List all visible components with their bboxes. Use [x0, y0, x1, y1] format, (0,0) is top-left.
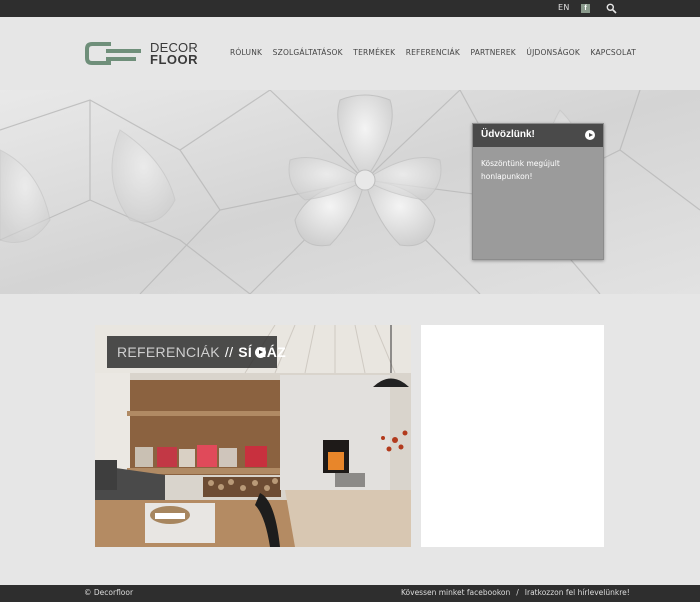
- welcome-header: Üdvözlünk!: [473, 124, 603, 147]
- newsletter-link[interactable]: Iratkozzon fel hírlevelünkre!: [525, 588, 630, 597]
- welcome-text: Köszöntünk megújult honlapunkon!: [481, 159, 560, 181]
- facebook-link[interactable]: Kövessen minket facebookon: [401, 588, 510, 597]
- nav-item-ujdonsagok[interactable]: ÚJDONSÁGOK: [526, 48, 580, 57]
- reference-label: REFERENCIÁK: [117, 344, 220, 360]
- site-header: DECOR FLOOR RÓLUNK SZOLGÁLTATÁSOK TERMÉK…: [0, 17, 700, 90]
- reference-separator: //: [224, 344, 234, 360]
- welcome-title: Üdvözlünk!: [481, 129, 535, 140]
- nav-item-rolunk[interactable]: RÓLUNK: [230, 48, 262, 57]
- top-bar: EN f: [0, 0, 700, 17]
- footer-divider: /: [516, 588, 519, 597]
- copyright: © Decorfloor: [84, 588, 134, 597]
- logo-line-2: FLOOR: [150, 52, 198, 67]
- search-icon[interactable]: [606, 3, 617, 14]
- main-nav: RÓLUNK SZOLGÁLTATÁSOK TERMÉKEK REFERENCI…: [230, 48, 647, 57]
- language-switch[interactable]: EN: [558, 3, 570, 12]
- side-content-panel: [421, 325, 604, 547]
- nav-item-termekek[interactable]: TERMÉKEK: [353, 48, 395, 57]
- site-logo[interactable]: DECOR FLOOR: [84, 41, 199, 69]
- reference-banner[interactable]: REFERENCIÁK//SÍ HÁZ: [107, 336, 286, 368]
- site-footer: © Decorfloor Kövessen minket facebookon /…: [0, 585, 700, 602]
- logo-wordmark: DECOR FLOOR: [150, 41, 198, 67]
- nav-item-szolgaltatasok[interactable]: SZOLGÁLTATÁSOK: [273, 48, 343, 57]
- footer-links: Kövessen minket facebookon / Iratkozzon fe…: [401, 588, 630, 597]
- nav-item-referenciak[interactable]: REFERENCIÁK: [406, 48, 460, 57]
- nav-item-kapcsolat[interactable]: KAPCSOLAT: [590, 48, 636, 57]
- arrow-right-icon[interactable]: [585, 130, 595, 140]
- welcome-box: Üdvözlünk! Köszöntünk megújult honlapunk…: [472, 123, 604, 260]
- nav-item-partnerek[interactable]: PARTNEREK: [470, 48, 515, 57]
- arrow-right-icon[interactable]: [255, 347, 266, 358]
- facebook-icon[interactable]: f: [581, 4, 590, 13]
- logo-mark-icon: [85, 42, 141, 65]
